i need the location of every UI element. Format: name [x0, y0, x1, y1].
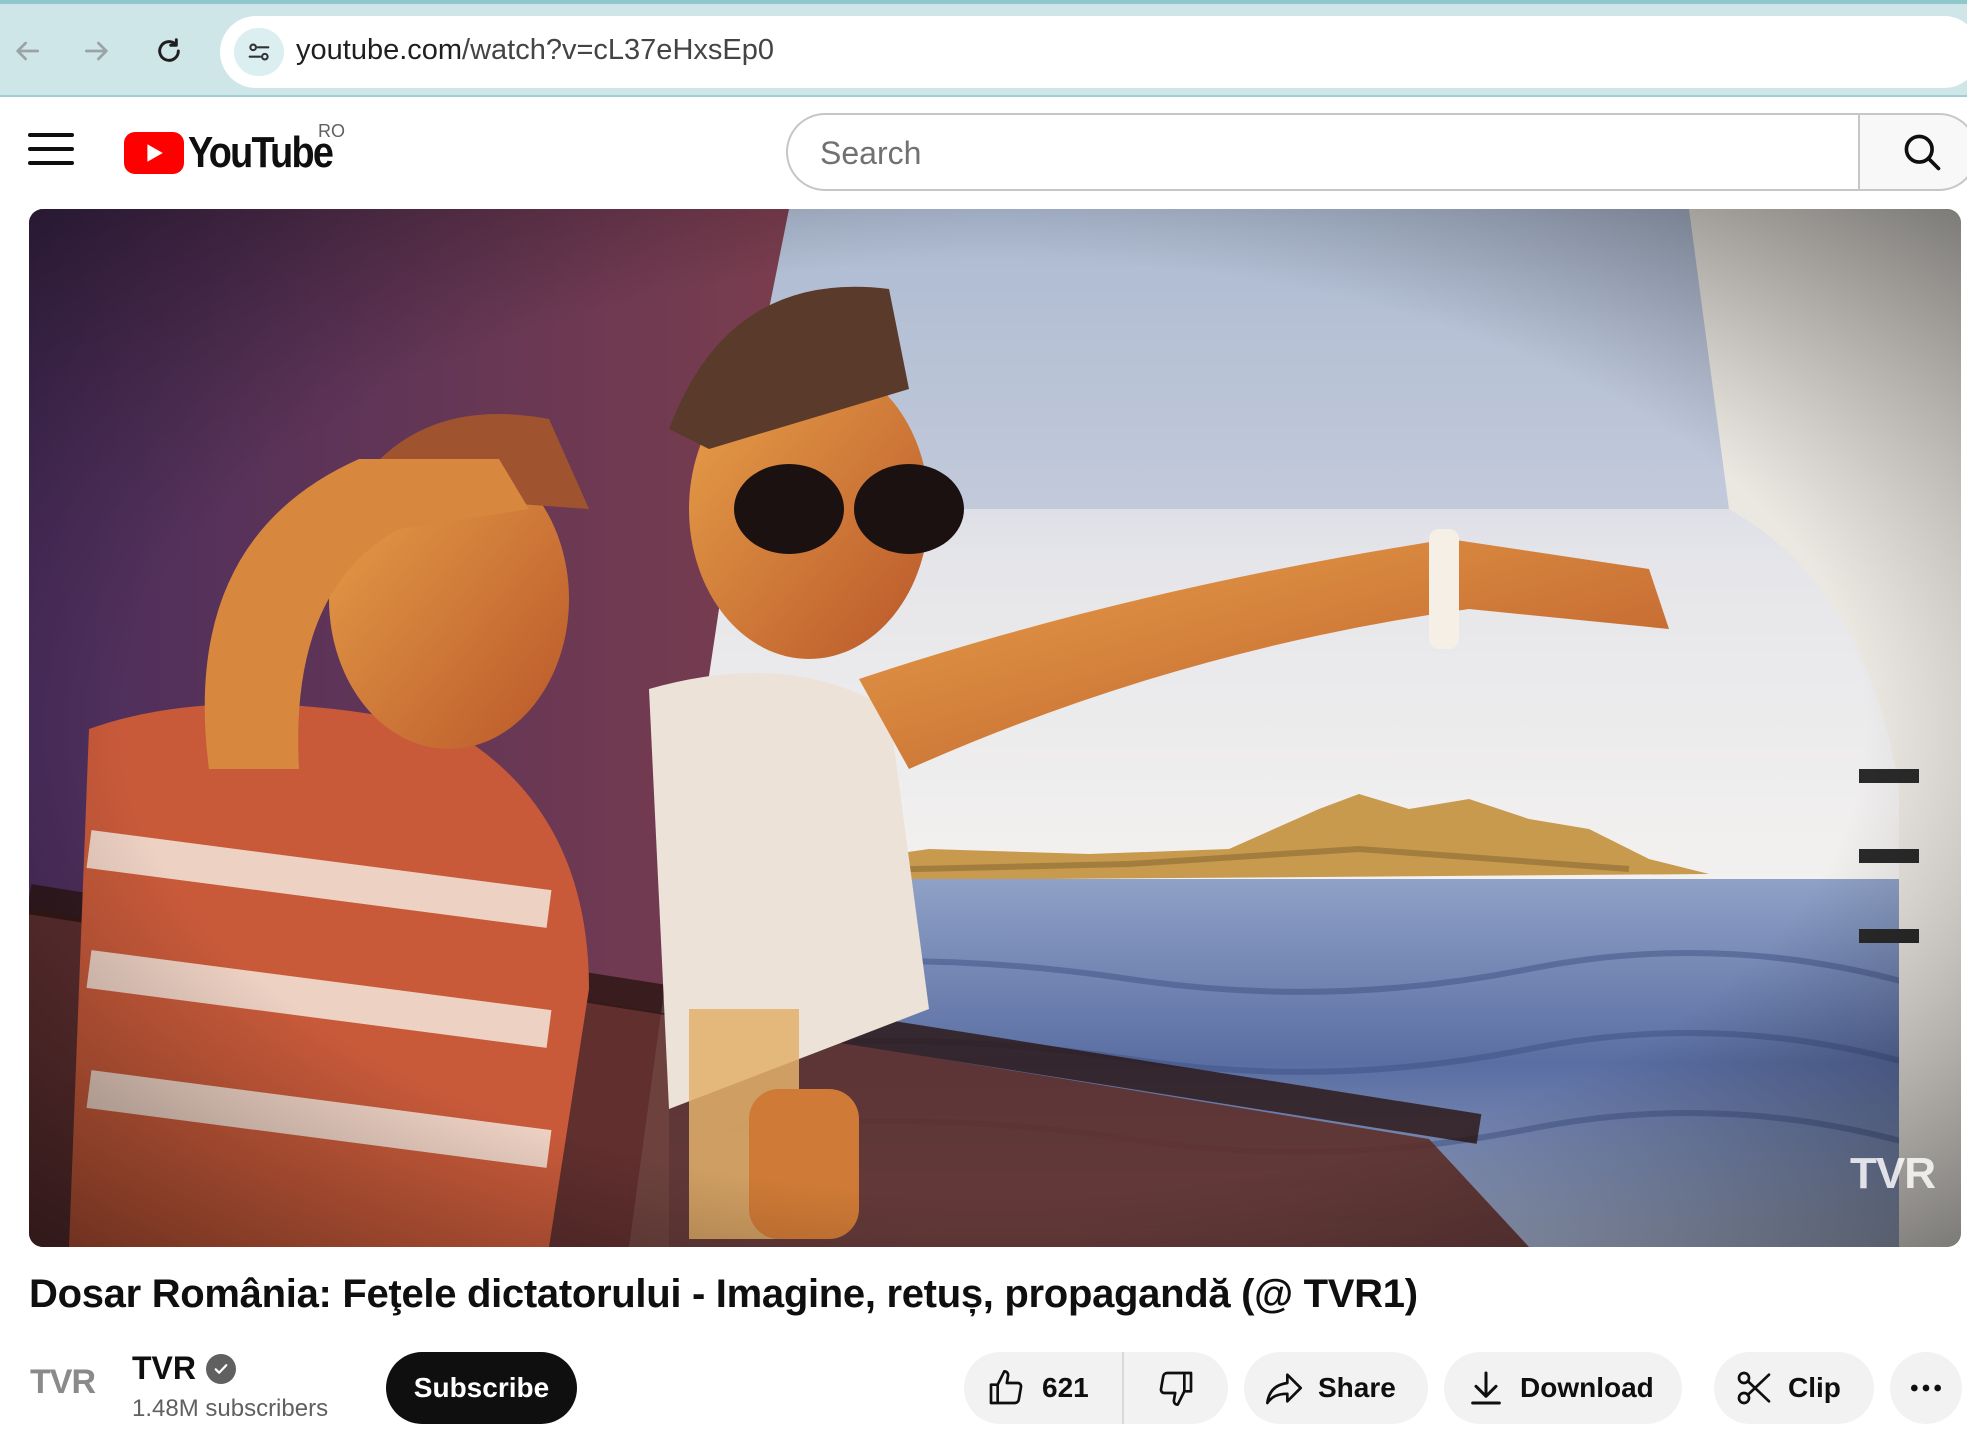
- clip-label: Clip: [1788, 1372, 1841, 1403]
- search-box: [786, 113, 1860, 191]
- share-label: Share: [1318, 1372, 1396, 1403]
- arrow-left-icon: [16, 41, 39, 61]
- video-frame: [29, 209, 1961, 1247]
- share-button[interactable]: Share: [1244, 1352, 1428, 1424]
- download-button[interactable]: Download: [1444, 1352, 1682, 1424]
- share-arrow-icon: [1266, 1373, 1302, 1405]
- address-bar[interactable]: youtube.com/watch?v=cL37eHxsEp0: [220, 16, 1967, 88]
- channel-watermark: TVR: [1850, 1149, 1936, 1198]
- thumb-down-icon: [1159, 1371, 1193, 1406]
- channel-name-row[interactable]: TVR: [132, 1350, 236, 1387]
- subscriber-count: 1.48M subscribers: [132, 1395, 329, 1422]
- avatar-text: TVR: [30, 1362, 96, 1401]
- tune-icon: [248, 43, 270, 61]
- like-dislike-group: 621: [964, 1352, 1228, 1424]
- search-icon: [1904, 134, 1941, 171]
- reload-button[interactable]: [146, 28, 192, 74]
- clip-button[interactable]: Clip: [1714, 1352, 1874, 1424]
- more-horizontal-icon: [1911, 1384, 1941, 1392]
- dislike-button[interactable]: [1124, 1352, 1228, 1424]
- more-actions-button[interactable]: [1890, 1352, 1962, 1424]
- url-host: youtube.com: [296, 34, 463, 66]
- youtube-play-icon: [124, 132, 184, 174]
- hamburger-icon[interactable]: [28, 133, 74, 173]
- like-count: 621: [1042, 1372, 1089, 1403]
- site-info-button[interactable]: [234, 28, 284, 76]
- thumb-up-icon: [989, 1370, 1023, 1405]
- channel-name[interactable]: TVR: [132, 1350, 196, 1387]
- video-player[interactable]: TVR: [29, 209, 1961, 1247]
- checkmark-badge-icon: [206, 1353, 236, 1384]
- back-button[interactable]: [4, 28, 50, 74]
- forward-button[interactable]: [74, 28, 120, 74]
- download-icon: [1471, 1371, 1501, 1405]
- subscribe-button[interactable]: Subscribe: [386, 1352, 577, 1424]
- like-button[interactable]: 621: [964, 1352, 1124, 1424]
- youtube-header: YouTube RO: [0, 97, 1967, 209]
- youtube-wordmark: YouTube: [188, 128, 334, 177]
- download-label: Download: [1520, 1372, 1654, 1403]
- search-input[interactable]: [820, 133, 1820, 173]
- url-path: /watch?v=cL37eHxsEp0: [462, 34, 774, 66]
- channel-avatar[interactable]: TVR: [30, 1362, 108, 1402]
- scissors-icon: [1737, 1371, 1771, 1405]
- search-button[interactable]: [1858, 113, 1967, 191]
- reload-icon: [158, 38, 180, 62]
- arrow-right-icon: [85, 41, 108, 61]
- country-code: RO: [318, 121, 345, 141]
- url-text[interactable]: youtube.com/watch?v=cL37eHxsEp0: [296, 34, 774, 67]
- browser-toolbar: youtube.com/watch?v=cL37eHxsEp0: [0, 0, 1967, 97]
- video-title: Dosar România: Feţele dictatorului - Ima…: [29, 1272, 1418, 1316]
